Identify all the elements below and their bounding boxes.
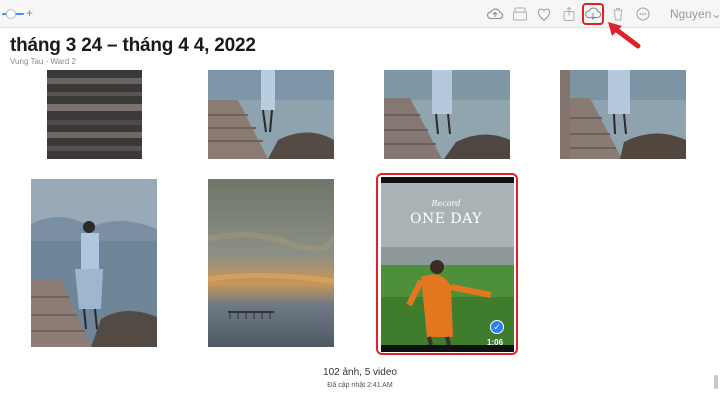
scrollbar-thumb[interactable] [714, 375, 718, 389]
zoom-slider[interactable]: + [2, 6, 33, 20]
last-updated: Đã cập nhật 2:41 AM [327, 382, 393, 389]
favorite-heart-icon[interactable] [535, 5, 553, 23]
photo-thumbnail[interactable] [31, 179, 157, 347]
slideshow-icon[interactable] [511, 5, 529, 23]
icloud-upload-icon[interactable] [486, 5, 504, 23]
user-menu[interactable]: Nguyen⌄ [670, 7, 720, 21]
page-title: tháng 3 24 – tháng 4 4, 2022 [10, 35, 256, 56]
location-subtitle: Vung Tau - Ward 2 [10, 57, 76, 66]
share-icon[interactable] [560, 5, 578, 23]
zoom-slider-knob[interactable] [6, 9, 16, 19]
scrollbar[interactable] [714, 60, 718, 390]
chevron-down-icon: ⌄ [711, 7, 720, 21]
annotation-arrow-icon [608, 22, 641, 49]
photo-thumbnail[interactable] [208, 70, 334, 159]
photo-thumbnail[interactable] [47, 70, 142, 159]
photo-thumbnail[interactable] [384, 70, 510, 159]
photo-thumbnail[interactable] [560, 70, 686, 159]
user-menu-label: Nguyen [670, 7, 712, 21]
photo-thumbnail[interactable] [208, 179, 334, 347]
selection-highlight-box [376, 173, 518, 355]
library-count: 102 ảnh, 5 video [323, 367, 397, 378]
zoom-in-icon[interactable]: + [26, 6, 33, 20]
